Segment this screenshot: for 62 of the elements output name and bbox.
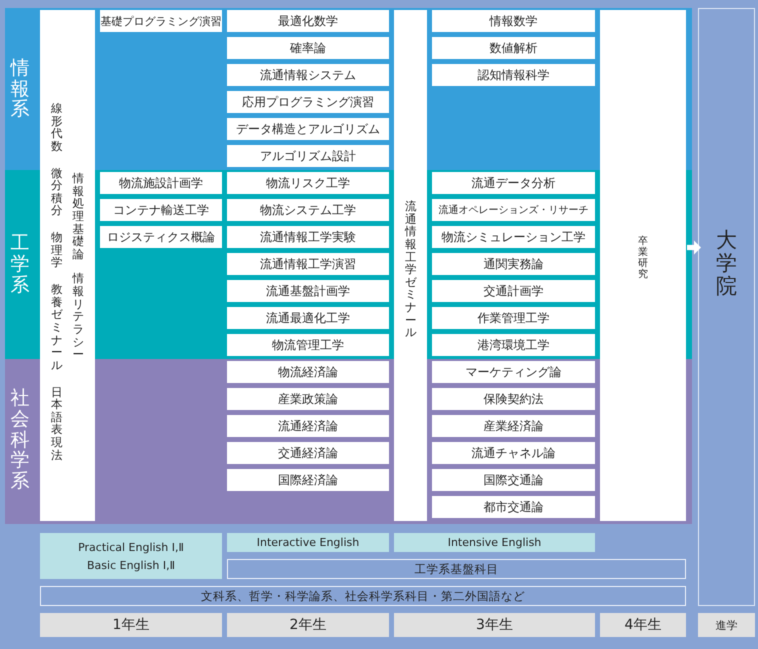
course-item: 流通データ分析 <box>432 172 595 194</box>
course-item: 最適化数学 <box>227 10 389 32</box>
course-item: 保険契約法 <box>432 388 595 410</box>
course-name: 日本語表現法 <box>51 386 62 462</box>
course-item: 産業経済論 <box>432 415 595 437</box>
course-name: Basic English Ⅰ,Ⅱ <box>87 558 175 572</box>
course-item: マーケティング論 <box>432 361 595 383</box>
course-name: 線形代数 <box>51 102 62 153</box>
course-item: 物流施設計画学 <box>100 172 222 194</box>
course-name: 情報リテラシー <box>72 272 84 361</box>
year-label: 2年生 <box>227 613 389 637</box>
course-item: ロジスティクス概論 <box>100 226 222 248</box>
seminar-name: 流通情報工学ゼミナール <box>404 200 416 342</box>
course-item: 流通基盤計画学 <box>227 280 389 302</box>
course-group: 工学系基盤科目 <box>227 559 686 579</box>
course-item: 物流管理工学 <box>227 334 389 356</box>
advance-label: 進学 <box>698 613 755 637</box>
course-item: 産業政策論 <box>227 388 389 410</box>
research-name: 卒業研究 <box>638 236 648 282</box>
year-label: 4年生 <box>600 613 686 637</box>
course-name: 物理学 <box>51 231 62 270</box>
graduate-school-name: 大学院 <box>716 229 737 300</box>
course-item: 流通経済論 <box>227 415 389 437</box>
course-item: 流通情報システム <box>227 64 389 86</box>
category-label: 社会科学系 <box>10 388 30 492</box>
course-item: 認知情報科学 <box>432 64 595 86</box>
category-label: 工学系 <box>10 233 30 296</box>
course-name: 微分積分 <box>51 166 62 218</box>
course-name: 教養ゼミナール <box>51 283 62 372</box>
course-name: Practical English Ⅰ,Ⅱ <box>78 540 184 554</box>
course-item: 流通情報工学実験 <box>227 226 389 248</box>
course-item: 物流シミュレーション工学 <box>432 226 595 248</box>
course-item: Interactive English <box>227 533 389 552</box>
course-item: 物流経済論 <box>227 361 389 383</box>
course-item: 流通オペレーションズ・リサーチ <box>432 199 595 221</box>
course-item: Intensive English <box>394 533 595 552</box>
course-item: 港湾環境工学 <box>432 334 595 356</box>
course-item: 流通最適化工学 <box>227 307 389 329</box>
course-item: データ構造とアルゴリズム <box>227 118 389 140</box>
course-group: 文科系、哲学・科学論系、社会科学系科目・第二外国語など <box>40 586 686 606</box>
course-item: 確率論 <box>227 37 389 59</box>
course-item: 流通チャネル論 <box>432 442 595 464</box>
course-item: 交通経済論 <box>227 442 389 464</box>
course-item: 物流システム工学 <box>227 199 389 221</box>
course-item: 数値解析 <box>432 37 595 59</box>
course-item: 国際経済論 <box>227 469 389 491</box>
course-item: 国際交通論 <box>432 469 595 491</box>
course-item: 基礎プログラミング演習 <box>100 10 222 32</box>
course-item: 応用プログラミング演習 <box>227 91 389 113</box>
course-item: 交通計画学 <box>432 280 595 302</box>
course-name: 情報処理基礎論 <box>72 172 84 260</box>
course-item: 物流リスク工学 <box>227 172 389 194</box>
course-item: コンテナ輸送工学 <box>100 199 222 221</box>
year-label: 1年生 <box>40 613 222 637</box>
course-item: 都市交通論 <box>432 496 595 518</box>
category-label: 情報系 <box>10 58 30 120</box>
course-item: 通関実務論 <box>432 253 595 275</box>
course-item: 流通情報工学演習 <box>227 253 389 275</box>
course-item: アルゴリズム設計 <box>227 145 389 167</box>
course-item: 作業管理工学 <box>432 307 595 329</box>
year-label: 3年生 <box>394 613 595 637</box>
course-item: 情報数学 <box>432 10 595 32</box>
